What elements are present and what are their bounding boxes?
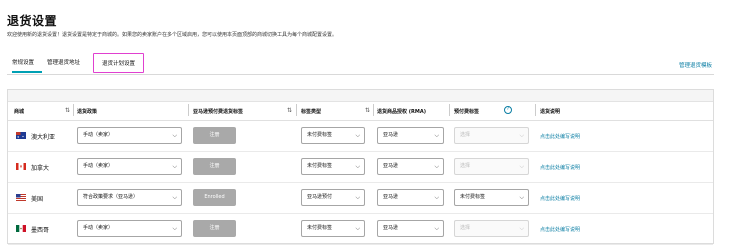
label-type-select[interactable]: 未付费标签 ⌵: [301, 158, 365, 175]
sort-icon[interactable]: ⇅: [287, 107, 292, 114]
seller-label-select[interactable]: 选择 ⌵: [454, 127, 529, 144]
chevron-down-icon: ⌵: [172, 194, 177, 201]
seller-label-select[interactable]: 未付费标签 ⌵: [454, 189, 529, 206]
page-title: 退货设置: [7, 14, 58, 28]
table-toolbar: [8, 90, 713, 102]
returns-table: 商城 ⇅ 退货政策 亚马逊预付费退货标签 ⇅ 标签类型 ⇅ 退货商品授权 (RM…: [7, 89, 714, 245]
chevron-down-icon: ⌵: [434, 194, 439, 201]
rma-select[interactable]: 亚马逊 ⌵: [377, 127, 444, 144]
rma-select[interactable]: 亚马逊 ⌵: [377, 189, 444, 206]
chevron-down-icon: ⌵: [519, 225, 524, 232]
return-policy-select[interactable]: 手动（卖家） ⌵: [77, 158, 182, 175]
chevron-down-icon: ⌵: [355, 194, 360, 201]
chevron-down-icon: ⌵: [519, 132, 524, 139]
chevron-down-icon: ⌵: [355, 132, 360, 139]
column-divider: [535, 104, 536, 116]
header-prepaid-enroll: 亚马逊预付费退货标签: [193, 109, 244, 115]
chevron-down-icon: ⌵: [172, 225, 177, 232]
rma-select[interactable]: 亚马逊 ⌵: [377, 220, 444, 237]
select-value: 未付费标签: [307, 163, 333, 169]
select-value: 选择: [460, 225, 471, 231]
chevron-down-icon: ⌵: [434, 225, 439, 232]
label-type-select[interactable]: 亚马逊预付 ⌵: [301, 189, 365, 206]
select-value: 手动（卖家）: [83, 225, 114, 231]
table-row: 澳大利亚 手动（卖家） ⌵ 注册 未付费标签 ⌵ 亚马逊 ⌵ 选择 ⌵ 点击此处编写说明: [8, 121, 713, 152]
select-value: 选择: [460, 163, 471, 169]
label-type-select[interactable]: 未付费标签 ⌵: [301, 220, 365, 237]
enrolled-button[interactable]: Enrolled: [193, 189, 236, 206]
select-value: 未付费标签: [307, 132, 333, 138]
return-policy-select[interactable]: 符合政策要求（亚马逊） ⌵: [77, 189, 182, 206]
column-divider: [188, 104, 189, 116]
column-divider: [73, 104, 74, 116]
header-label-type: 标签类型: [301, 109, 322, 115]
marketplace-name: 美国: [31, 196, 44, 203]
us-flag-icon: [16, 194, 26, 201]
select-value: 手动（卖家）: [83, 163, 114, 169]
marketplace-name: 墨西哥: [31, 227, 50, 234]
sort-icon[interactable]: ⇅: [365, 107, 370, 114]
enroll-button[interactable]: 注册: [193, 220, 236, 237]
header-seller-label: 预付费标签: [454, 109, 480, 115]
seller-label-select[interactable]: 选择 ⌵: [454, 158, 529, 175]
info-icon[interactable]: ?: [504, 106, 512, 114]
table-row: 墨西哥 手动（卖家） ⌵ 注册 未付费标签 ⌵ 亚马逊 ⌵ 选择 ⌵ 点击此处编写说明: [8, 214, 713, 245]
chevron-down-icon: ⌵: [172, 132, 177, 139]
mexico-flag-icon: [16, 225, 26, 232]
enroll-button[interactable]: 注册: [193, 158, 236, 175]
write-instructions-link[interactable]: 点击此处编写说明: [540, 164, 580, 171]
select-value: 手动（卖家）: [83, 132, 114, 138]
write-instructions-link[interactable]: 点击此处编写说明: [540, 226, 580, 233]
return-policy-select[interactable]: 手动（卖家） ⌵: [77, 220, 182, 237]
label-type-select[interactable]: 未付费标签 ⌵: [301, 127, 365, 144]
select-value: 选择: [460, 132, 471, 138]
active-tab-underline: [12, 71, 42, 73]
column-divider: [373, 104, 374, 116]
chevron-down-icon: ⌵: [519, 163, 524, 170]
rma-select[interactable]: 亚马逊 ⌵: [377, 158, 444, 175]
australia-flag-icon: [16, 132, 26, 139]
enroll-button[interactable]: 注册: [193, 127, 236, 144]
table-row: 加拿大 手动（卖家） ⌵ 注册 未付费标签 ⌵ 亚马逊 ⌵ 选择 ⌵ 点击此处编写说明: [8, 152, 713, 183]
chevron-down-icon: ⌵: [172, 163, 177, 170]
column-divider: [449, 104, 450, 116]
sort-icon[interactable]: ⇅: [65, 107, 70, 114]
chevron-down-icon: ⌵: [519, 194, 524, 201]
tab-general-settings[interactable]: 常规设置: [12, 53, 34, 73]
marketplace-name: 加拿大: [31, 165, 50, 172]
seller-label-select[interactable]: 选择 ⌵: [454, 220, 529, 237]
page-subtitle: 欢迎使用新的退货设置！退货设置是特定于商城的。如果您的卖家账户在多个区域启用，您…: [7, 32, 338, 38]
select-value: 亚马逊: [383, 225, 399, 231]
marketplace-name: 澳大利亚: [31, 134, 56, 141]
select-value: 未付费标签: [307, 225, 333, 231]
header-return-instructions: 退货说明: [540, 109, 561, 115]
header-rma: 退货商品授权 (RMA): [377, 109, 427, 115]
select-value: 亚马逊预付: [307, 194, 333, 200]
select-value: 亚马逊: [383, 163, 399, 169]
chevron-down-icon: ⌵: [355, 163, 360, 170]
select-value: 亚马逊: [383, 132, 399, 138]
header-marketplace: 商城: [14, 109, 25, 115]
tab-return-program-settings[interactable]: 退货计划设置: [93, 53, 144, 73]
write-instructions-link[interactable]: 点击此处编写说明: [540, 133, 580, 140]
canada-flag-icon: [16, 163, 26, 170]
select-value: 亚马逊: [383, 194, 399, 200]
tab-divider: [7, 74, 714, 75]
chevron-down-icon: ⌵: [434, 163, 439, 170]
select-value: 符合政策要求（亚马逊）: [83, 194, 139, 200]
header-return-policy: 退货政策: [77, 109, 98, 115]
write-instructions-link[interactable]: 点击此处编写说明: [540, 195, 580, 202]
return-policy-select[interactable]: 手动（卖家） ⌵: [77, 127, 182, 144]
column-divider: [296, 104, 297, 116]
chevron-down-icon: ⌵: [434, 132, 439, 139]
select-value: 未付费标签: [460, 194, 486, 200]
table-row: 美国 符合政策要求（亚马逊） ⌵ Enrolled 亚马逊预付 ⌵ 亚马逊 ⌵ 未付费…: [8, 183, 713, 214]
tab-manage-return-address[interactable]: 管理退货地址: [47, 53, 80, 73]
manage-return-template-link[interactable]: 管理退货模板: [679, 61, 712, 69]
chevron-down-icon: ⌵: [355, 225, 360, 232]
